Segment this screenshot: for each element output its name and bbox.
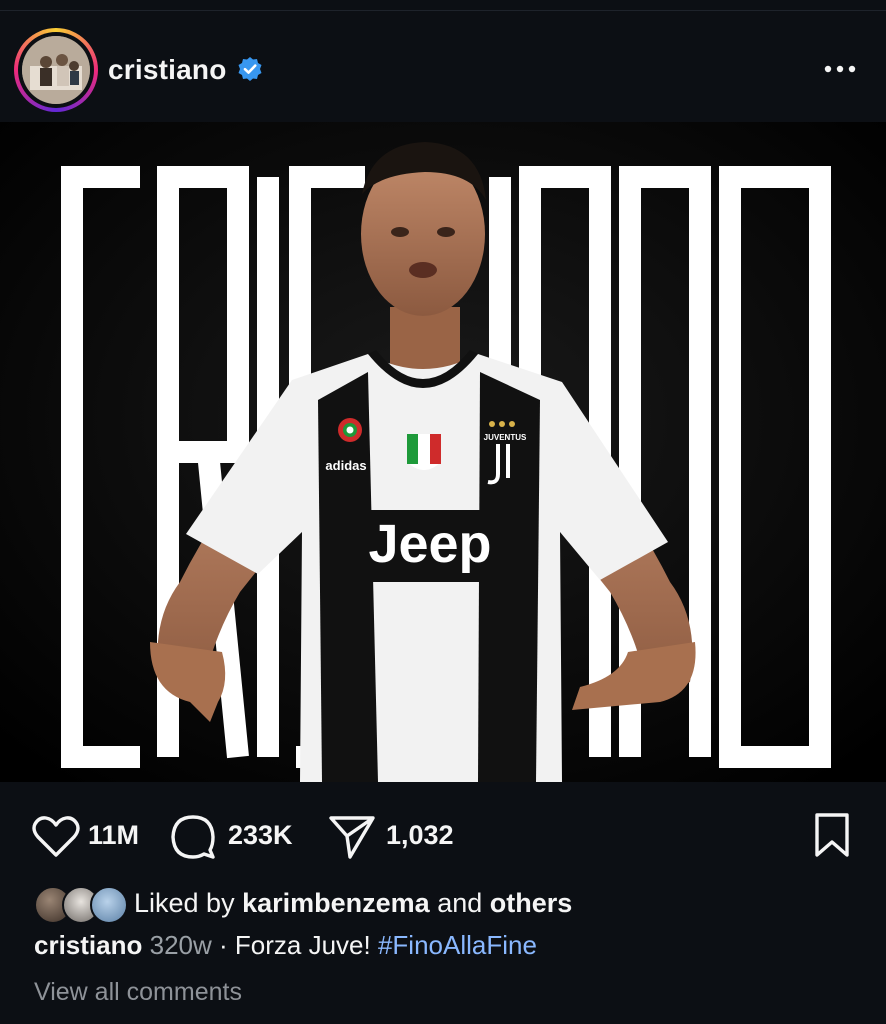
- action-bar: 11M 233K 1,032: [0, 800, 886, 870]
- post-caption: cristiano 320w · Forza Juve! #FinoAllaFi…: [34, 930, 537, 961]
- avatar-image-icon: [22, 36, 90, 104]
- view-all-comments-link[interactable]: View all comments: [34, 978, 242, 1007]
- likes-count[interactable]: 11M: [88, 820, 139, 851]
- caption-text: Forza Juve!: [234, 930, 371, 960]
- caption-separator: ·: [219, 930, 228, 960]
- heart-icon[interactable]: [32, 816, 80, 858]
- liked-by-text: Liked by karimbenzema and others: [134, 888, 572, 919]
- comments-count[interactable]: 233K: [228, 820, 293, 851]
- more-options-icon[interactable]: [818, 54, 862, 84]
- profile-avatar[interactable]: [14, 28, 98, 112]
- brand-text: adidas: [325, 458, 366, 473]
- liked-by-others[interactable]: others: [490, 888, 573, 918]
- avatar-photo: [22, 36, 90, 104]
- liker-avatar-3: [90, 886, 128, 924]
- caption-hashtag[interactable]: #FinoAllaFine: [378, 930, 537, 960]
- liked-by-row[interactable]: Liked by karimbenzema and others: [34, 884, 884, 924]
- top-divider: [0, 10, 886, 11]
- post-image[interactable]: Jeep adidas JUVENTUS: [0, 122, 886, 782]
- liked-by-and: and: [437, 888, 483, 918]
- verified-badge-icon: [238, 57, 262, 81]
- comment-icon[interactable]: [170, 814, 216, 860]
- caption-username[interactable]: cristiano: [34, 930, 142, 960]
- share-icon[interactable]: [328, 814, 376, 860]
- post-header: cristiano: [0, 12, 886, 122]
- liked-by-avatars: [34, 884, 128, 924]
- liked-by-prefix: Liked by: [134, 888, 235, 918]
- post-time: 320w: [149, 930, 212, 960]
- crest-text: JUVENTUS: [484, 433, 527, 442]
- liked-by-user[interactable]: karimbenzema: [242, 888, 430, 918]
- post-photo-illustration: Jeep adidas JUVENTUS: [0, 122, 886, 782]
- post-username[interactable]: cristiano: [108, 54, 227, 86]
- bookmark-icon[interactable]: [812, 812, 852, 858]
- shares-count[interactable]: 1,032: [386, 820, 454, 851]
- sponsor-text: Jeep: [368, 514, 491, 574]
